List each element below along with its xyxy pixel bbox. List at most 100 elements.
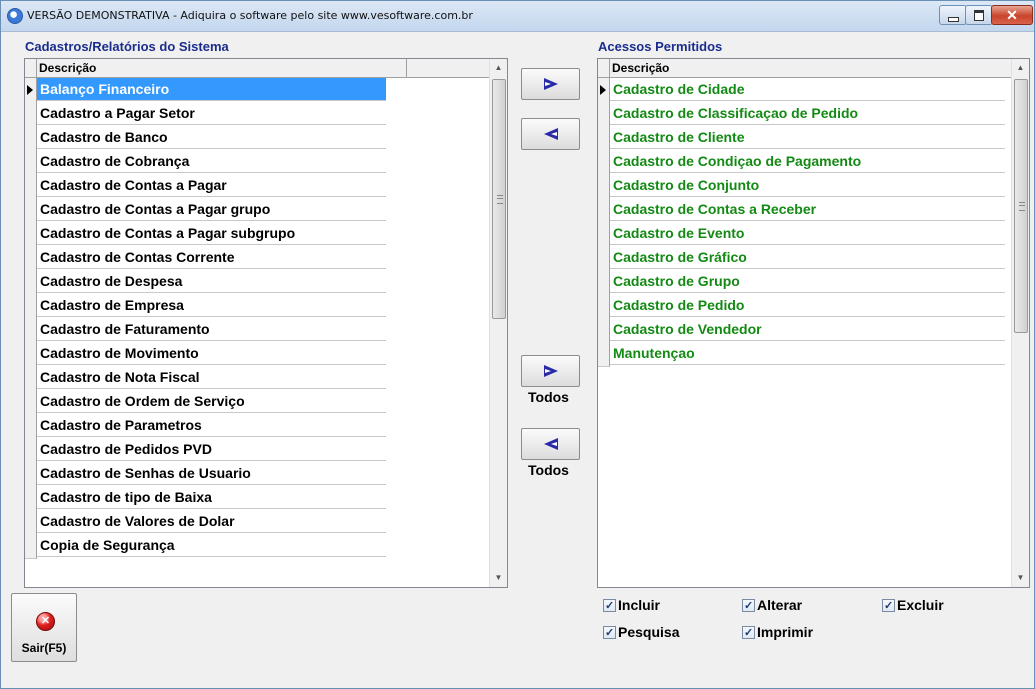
grid-header: Descrição <box>25 59 489 78</box>
table-row[interactable]: Cadastro de Classificaçao de Pedido <box>598 102 1005 127</box>
left-grid-scrollbar[interactable]: ▲ ▼ <box>489 59 507 587</box>
table-row[interactable]: Cadastro de Contas Corrente <box>25 246 386 271</box>
row-description[interactable]: Cadastro de Cobrança <box>37 150 386 173</box>
window-title: VERSÃO DEMONSTRATIVA - Adiquira o softwa… <box>27 9 473 22</box>
row-description[interactable]: Cadastro de Pedido <box>610 294 1005 317</box>
add-all-button[interactable] <box>521 355 580 387</box>
table-row[interactable]: Cadastro de Evento <box>598 222 1005 247</box>
row-description[interactable]: Cadastro de Condiçao de Pagamento <box>610 150 1005 173</box>
minimize-button[interactable] <box>939 5 967 25</box>
checkbox-checked-icon[interactable] <box>742 624 755 642</box>
table-row[interactable]: Cadastro de Grupo <box>598 270 1005 295</box>
checkbox-checked-icon[interactable] <box>603 624 616 642</box>
table-row[interactable]: Cadastro de Faturamento <box>25 318 386 343</box>
row-description[interactable]: Cadastro de Parametros <box>37 414 386 437</box>
row-description[interactable]: Cadastro de Cliente <box>610 126 1005 149</box>
row-description[interactable]: Cadastro de Contas Corrente <box>37 246 386 269</box>
table-row[interactable]: Cadastro de Vendedor <box>598 318 1005 343</box>
table-row[interactable]: Cadastro de Valores de Dolar <box>25 510 386 535</box>
row-description[interactable]: Cadastro de tipo de Baixa <box>37 486 386 509</box>
table-row[interactable]: Manutençao <box>598 342 1005 367</box>
row-description[interactable]: Cadastro de Empresa <box>37 294 386 317</box>
row-description[interactable]: Cadastro de Banco <box>37 126 386 149</box>
table-row[interactable]: Cadastro de Gráfico <box>598 246 1005 271</box>
table-row[interactable]: Cadastro de Despesa <box>25 270 386 295</box>
row-description[interactable]: Cadastro de Senhas de Usuario <box>37 462 386 485</box>
scroll-thumb[interactable] <box>1014 79 1028 333</box>
table-row[interactable]: Balanço Financeiro <box>25 78 386 103</box>
table-row[interactable]: Cadastro a Pagar Setor <box>25 102 386 127</box>
table-row[interactable]: Cadastro de Senhas de Usuario <box>25 462 386 487</box>
row-description[interactable]: Cadastro de Pedidos PVD <box>37 438 386 461</box>
row-description[interactable]: Cadastro de Contas a Receber <box>610 198 1005 221</box>
row-description[interactable]: Cadastro de Valores de Dolar <box>37 510 386 533</box>
close-circle-icon: ✕ <box>36 612 55 631</box>
left-panel-title: Cadastros/Relatórios do Sistema <box>25 39 229 54</box>
add-all-label: Todos <box>528 389 569 405</box>
row-description[interactable]: Cadastro de Ordem de Serviço <box>37 390 386 413</box>
row-description[interactable]: Cadastro de Grupo <box>610 270 1005 293</box>
current-row-indicator-icon <box>27 85 33 95</box>
table-row[interactable]: Cadastro de Contas a Pagar <box>25 174 386 199</box>
table-row[interactable]: Cadastro de Condiçao de Pagamento <box>598 150 1005 175</box>
arrow-right-icon <box>544 365 558 377</box>
checkbox-checked-icon[interactable] <box>882 597 895 615</box>
table-row[interactable]: Cadastro de Ordem de Serviço <box>25 390 386 415</box>
remove-all-button[interactable] <box>521 428 580 460</box>
row-description[interactable]: Copia de Segurança <box>37 534 386 557</box>
table-row[interactable]: Copia de Segurança <box>25 534 386 559</box>
scroll-down-icon[interactable]: ▼ <box>1012 569 1029 586</box>
system-forms-grid[interactable]: Descrição Balanço Financeiro Cadastro a P… <box>24 58 508 588</box>
table-row[interactable]: Cadastro de Movimento <box>25 342 386 367</box>
table-row[interactable]: Cadastro de Cidade <box>598 78 1005 103</box>
table-row[interactable]: Cadastro de Contas a Pagar grupo <box>25 198 386 223</box>
permitted-access-grid[interactable]: Descrição Cadastro de Cidade Cadastro de … <box>597 58 1030 588</box>
row-description[interactable]: Cadastro de Evento <box>610 222 1005 245</box>
scroll-down-icon[interactable]: ▼ <box>490 569 507 586</box>
table-row[interactable]: Cadastro de Nota Fiscal <box>25 366 386 391</box>
column-header-descricao[interactable]: Descrição <box>610 59 1013 77</box>
row-description[interactable]: Cadastro de Conjunto <box>610 174 1005 197</box>
exit-button[interactable]: ✕ Sair(F5) <box>11 593 77 662</box>
table-row[interactable]: Cadastro de Pedidos PVD <box>25 438 386 463</box>
checkbox-checked-icon[interactable] <box>742 597 755 615</box>
table-row[interactable]: Cadastro de Contas a Receber <box>598 198 1005 223</box>
table-row[interactable]: Cadastro de Empresa <box>25 294 386 319</box>
table-row[interactable]: Cadastro de Cliente <box>598 126 1005 151</box>
table-row[interactable]: Cadastro de Cobrança <box>25 150 386 175</box>
row-description[interactable]: Cadastro a Pagar Setor <box>37 102 386 125</box>
add-selected-button[interactable] <box>521 68 580 100</box>
right-panel-title: Acessos Permitidos <box>598 39 723 54</box>
close-button[interactable]: ✕ <box>991 5 1033 25</box>
row-description[interactable]: Cadastro de Contas a Pagar <box>37 174 386 197</box>
table-row[interactable]: Cadastro de Pedido <box>598 294 1005 319</box>
table-row[interactable]: Cadastro de Conjunto <box>598 174 1005 199</box>
table-row[interactable]: Cadastro de tipo de Baixa <box>25 486 386 511</box>
row-description[interactable]: Cadastro de Contas a Pagar grupo <box>37 198 386 221</box>
maximize-button[interactable] <box>965 5 993 25</box>
row-description[interactable]: Cadastro de Classificaçao de Pedido <box>610 102 1005 125</box>
row-description[interactable]: Cadastro de Gráfico <box>610 246 1005 269</box>
close-icon: ✕ <box>1006 7 1018 23</box>
table-row[interactable]: Cadastro de Banco <box>25 126 386 151</box>
scroll-thumb[interactable] <box>492 79 506 319</box>
row-description[interactable]: Manutençao <box>610 342 1005 365</box>
row-description[interactable]: Cadastro de Despesa <box>37 270 386 293</box>
app-icon <box>7 8 23 24</box>
row-description[interactable]: Cadastro de Nota Fiscal <box>37 366 386 389</box>
column-header-descricao[interactable]: Descrição <box>37 59 407 77</box>
remove-selected-button[interactable] <box>521 118 580 150</box>
row-description[interactable]: Cadastro de Faturamento <box>37 318 386 341</box>
row-description[interactable]: Cadastro de Contas a Pagar subgrupo <box>37 222 386 245</box>
scroll-up-icon[interactable]: ▲ <box>1012 59 1029 76</box>
right-grid-scrollbar[interactable]: ▲ ▼ <box>1011 59 1029 587</box>
table-row[interactable]: Cadastro de Contas a Pagar subgrupo <box>25 222 386 247</box>
row-description[interactable]: Cadastro de Cidade <box>610 78 1005 101</box>
row-description[interactable]: Cadastro de Vendedor <box>610 318 1005 341</box>
row-description[interactable]: Balanço Financeiro <box>37 78 386 101</box>
scroll-up-icon[interactable]: ▲ <box>490 59 507 76</box>
checkbox-checked-icon[interactable] <box>603 597 616 615</box>
row-description[interactable]: Cadastro de Movimento <box>37 342 386 365</box>
table-row[interactable]: Cadastro de Parametros <box>25 414 386 439</box>
arrow-left-icon <box>544 128 558 140</box>
